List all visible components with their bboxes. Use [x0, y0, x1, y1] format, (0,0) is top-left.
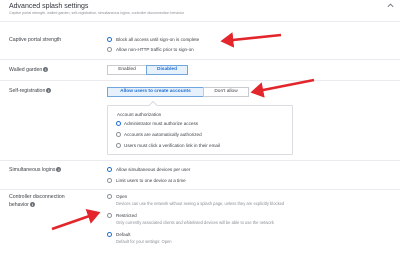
annotation-arrow-controller-disconnection — [51, 209, 101, 231]
annotation-arrows — [51, 32, 315, 231]
annotation-arrow-captive-portal — [220, 32, 282, 48]
annotation-arrow-self-registration — [250, 78, 315, 98]
